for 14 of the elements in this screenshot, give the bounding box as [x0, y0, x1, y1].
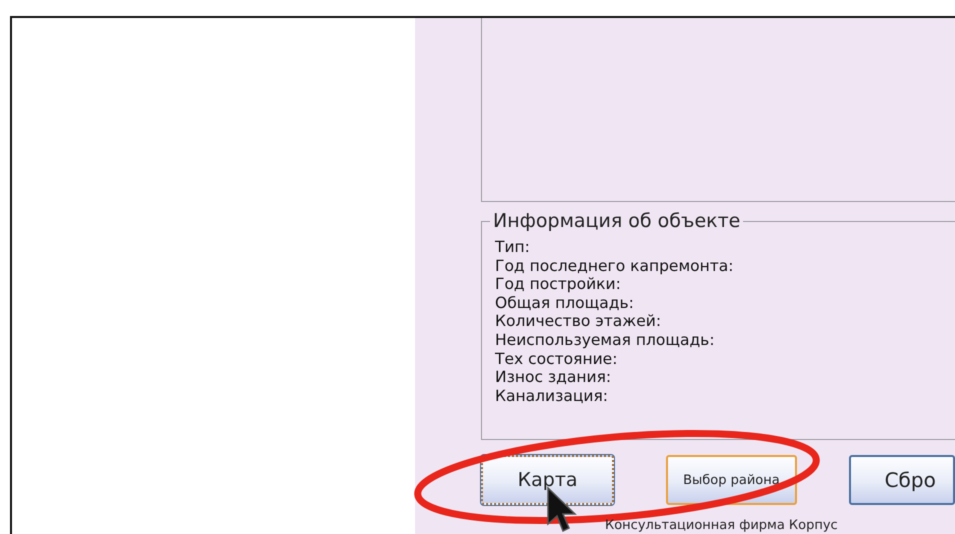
field-label: Тех состояние:	[495, 350, 618, 368]
action-button[interactable]: Карта	[481, 455, 614, 505]
field-label: Год последнего капремонта:	[495, 256, 735, 276]
field-label: Количество этажей:	[495, 312, 662, 331]
action-button[interactable]: Сбро	[848, 455, 955, 505]
field-label: Год постройки:	[495, 275, 622, 294]
field-label: Износ здания:	[495, 368, 612, 387]
field-label: Общая площадь:	[495, 294, 635, 312]
field-label: Канализация:	[495, 386, 610, 406]
action-button[interactable]: Выбор района	[666, 455, 797, 505]
field-label: Тип:	[495, 238, 531, 257]
field-label: Неиспользуемая площадь:	[495, 330, 716, 350]
footer-text: Консультационная фирма Корпус	[605, 518, 839, 534]
group-title: Информация об объекте	[490, 210, 744, 232]
